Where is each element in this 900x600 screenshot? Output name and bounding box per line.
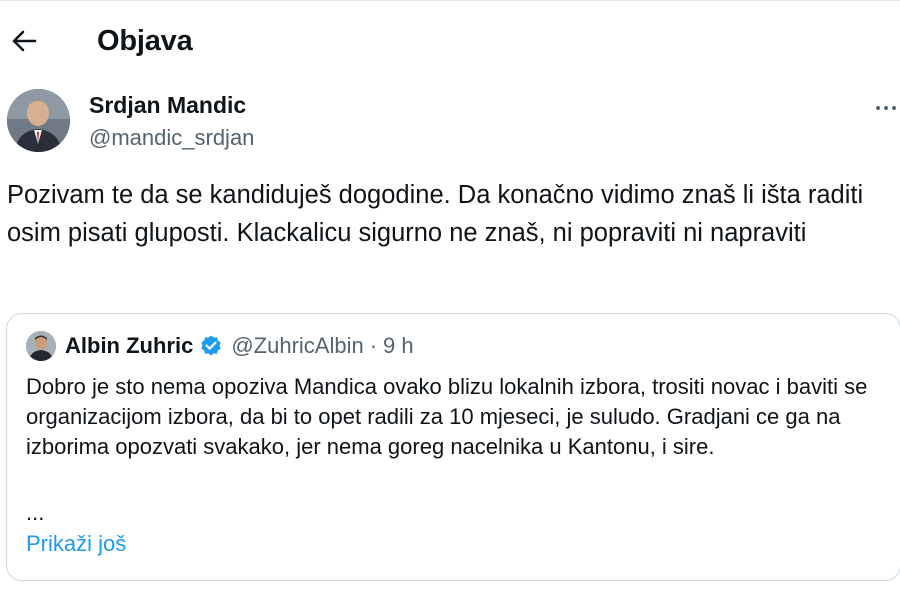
quoted-author-handle[interactable]: @ZuhricAlbin <box>231 333 363 359</box>
quoted-post[interactable]: Albin Zuhric @ZuhricAlbin · 9 h Dobro je… <box>6 313 900 581</box>
quoted-post-header: Albin Zuhric @ZuhricAlbin · 9 h <box>65 331 414 361</box>
show-more-link[interactable]: Prikaži još <box>26 531 126 557</box>
separator-dot: · <box>369 333 378 358</box>
more-horizontal-icon <box>876 106 896 110</box>
quoted-post-time[interactable]: 9 h <box>383 333 414 359</box>
quoted-author-avatar[interactable] <box>26 331 56 361</box>
arrow-left-icon <box>11 30 37 57</box>
verified-badge-icon <box>199 334 223 358</box>
quoted-post-text: Dobro je sto nema opoziva Mandica ovako … <box>26 374 868 459</box>
page-title: Objava <box>97 25 193 57</box>
back-button[interactable] <box>8 27 40 59</box>
top-bar: Objava <box>0 0 900 81</box>
quoted-post-ellipsis: ... <box>26 500 45 525</box>
post-text: Pozivam te da se kandiduješ dogodine. Da… <box>7 181 864 247</box>
author-handle[interactable]: @mandic_srdjan <box>89 125 254 151</box>
author-avatar[interactable] <box>7 89 70 152</box>
more-options-button[interactable] <box>876 96 900 120</box>
quoted-author-name[interactable]: Albin Zuhric <box>65 333 193 359</box>
author-name[interactable]: Srdjan Mandic <box>89 92 246 119</box>
